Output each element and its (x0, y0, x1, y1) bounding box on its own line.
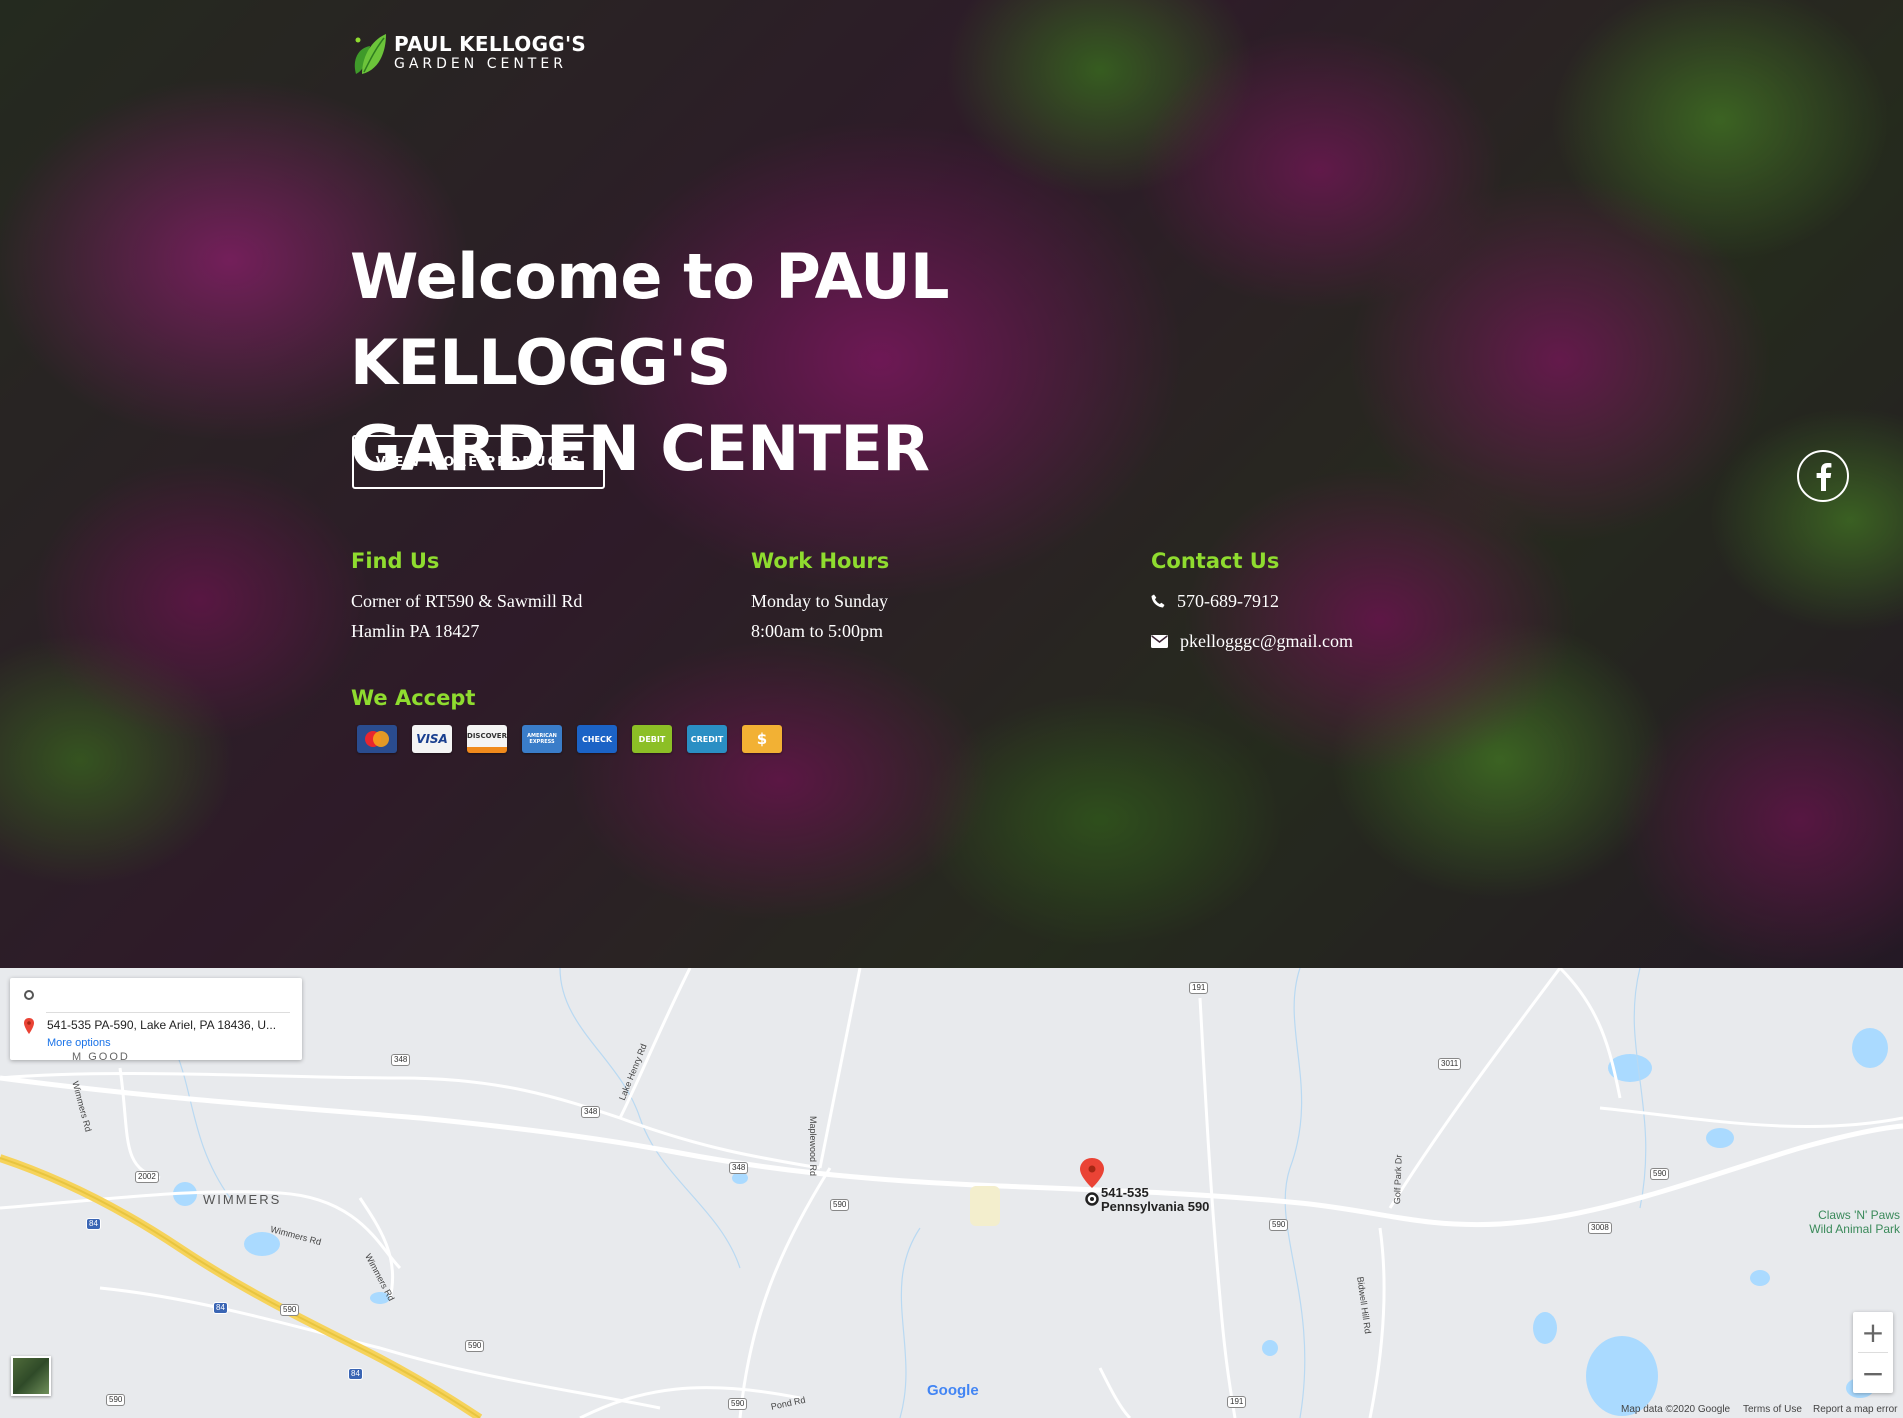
credit-icon: CREDIT (687, 725, 727, 753)
email-address[interactable]: pkellogggc@gmail.com (1180, 626, 1353, 656)
hours-days: Monday to Sunday (751, 591, 888, 611)
hero-section: PAUL KELLOGG'S GARDEN CENTER Welcome to … (0, 0, 1903, 968)
place-claws-line2: Wild Animal Park (1809, 1222, 1900, 1236)
work-hours-heading: Work Hours (751, 549, 890, 573)
payment-section: We Accept VISA DISCOVER AMERICAN EXPRESS… (351, 685, 782, 753)
leaf-logo-icon (354, 34, 386, 74)
route-shield: 2002 (135, 1171, 159, 1183)
terms-of-use-link[interactable]: Terms of Use (1743, 1404, 1802, 1415)
address-line2: Hamlin PA 18427 (351, 621, 480, 641)
zoom-out-button[interactable]: − (1853, 1353, 1893, 1393)
phone-row[interactable]: 570-689-7912 (1151, 586, 1353, 616)
place-claws-n-paws[interactable]: Claws 'N' Paws Wild Animal Park (1790, 1208, 1900, 1236)
route-shield: 590 (106, 1394, 126, 1406)
more-options-link[interactable]: More options (47, 1037, 111, 1049)
find-us-section: Find Us Corner of RT590 & Sawmill Rd Ham… (351, 548, 582, 646)
hero-title-line1: Welcome to PAUL KELLOGG'S (350, 240, 950, 399)
contact-heading: Contact Us (1151, 549, 1280, 573)
map-data-attribution: Map data ©2020 Google (1621, 1404, 1731, 1415)
report-map-error-link[interactable]: Report a map error (1813, 1404, 1897, 1415)
interstate-shield: 84 (213, 1302, 228, 1314)
route-shield: 348 (581, 1106, 601, 1118)
google-logo-text: Google (927, 1382, 979, 1399)
route-shield: 348 (729, 1162, 749, 1174)
discover-icon: DISCOVER (467, 725, 507, 753)
route-shield: 3011 (1438, 1058, 1462, 1070)
logo-title: PAUL KELLOGG'S (394, 32, 587, 56)
route-shield: 3008 (1588, 1222, 1612, 1234)
phone-icon (1151, 594, 1165, 608)
phone-number[interactable]: 570-689-7912 (1177, 586, 1279, 616)
amex-icon: AMERICAN EXPRESS (522, 725, 562, 753)
cash-icon: $ (742, 725, 782, 753)
road-golf-park: Golf Park Dr (1392, 1154, 1404, 1205)
place-wimmers: WIMMERS (203, 1192, 282, 1207)
route-shield: 348 (391, 1054, 411, 1066)
route-shield: 590 (280, 1304, 300, 1316)
place-claws-line1: Claws 'N' Paws (1818, 1208, 1900, 1222)
map-label-partial: M GOOD (72, 1051, 130, 1063)
check-icon: CHECK (577, 725, 617, 753)
route-shield: 590 (1650, 1168, 1670, 1180)
site-logo[interactable]: PAUL KELLOGG'S GARDEN CENTER (352, 30, 586, 76)
route-shield: 590 (728, 1398, 748, 1410)
address-line1: Corner of RT590 & Sawmill Rd (351, 591, 583, 611)
marker-label: 541-535 Pennsylvania 590 (1101, 1186, 1209, 1214)
route-shield: 191 (1189, 982, 1209, 994)
directions-card[interactable]: 541-535 PA-590, Lake Ariel, PA 18436, U.… (10, 978, 302, 1060)
satellite-toggle[interactable] (11, 1356, 51, 1396)
payment-cards: VISA DISCOVER AMERICAN EXPRESS CHECK DEB… (357, 725, 782, 753)
route-shield: 590 (1269, 1219, 1289, 1231)
find-us-heading: Find Us (351, 549, 440, 573)
email-row[interactable]: pkellogggc@gmail.com (1151, 626, 1353, 656)
logo-subtitle: GARDEN CENTER (394, 56, 567, 72)
facebook-icon (1816, 463, 1832, 491)
zoom-in-button[interactable]: + (1853, 1312, 1893, 1352)
debit-icon: DEBIT (632, 725, 672, 753)
hours-time: 8:00am to 5:00pm (751, 621, 883, 641)
we-accept-heading: We Accept (351, 686, 476, 710)
route-shield: 590 (830, 1199, 850, 1211)
route-shield: 590 (465, 1340, 485, 1352)
contact-section: Contact Us 570-689-7912 pkellogggc@gmail… (1151, 548, 1353, 666)
interstate-shield: 84 (348, 1368, 363, 1380)
destination-pin-icon (24, 1018, 34, 1034)
visa-icon: VISA (412, 725, 452, 753)
work-hours-section: Work Hours Monday to Sunday 8:00am to 5:… (751, 548, 889, 646)
facebook-link[interactable] (1797, 450, 1849, 502)
marker-label-line1: 541-535 (1101, 1185, 1149, 1200)
embedded-map[interactable]: 541-535 PA-590, Lake Ariel, PA 18436, U.… (0, 968, 1903, 1418)
origin-circle-icon (24, 990, 34, 1000)
route-shield: 191 (1227, 1396, 1247, 1408)
google-logo: Google (927, 1382, 979, 1399)
route-divider (46, 1012, 290, 1013)
interstate-shield: 84 (86, 1218, 101, 1230)
road-maplewood: Maplewood Rd (808, 1116, 818, 1177)
mastercard-icon (357, 725, 397, 753)
view-more-products-button[interactable]: VIEW MORE PRODUCTS (352, 435, 605, 489)
marker-label-line2: Pennsylvania 590 (1101, 1199, 1210, 1214)
envelope-icon (1151, 634, 1168, 648)
zoom-control[interactable]: + − (1853, 1312, 1893, 1393)
destination-address: 541-535 PA-590, Lake Ariel, PA 18436, U.… (47, 1018, 277, 1032)
